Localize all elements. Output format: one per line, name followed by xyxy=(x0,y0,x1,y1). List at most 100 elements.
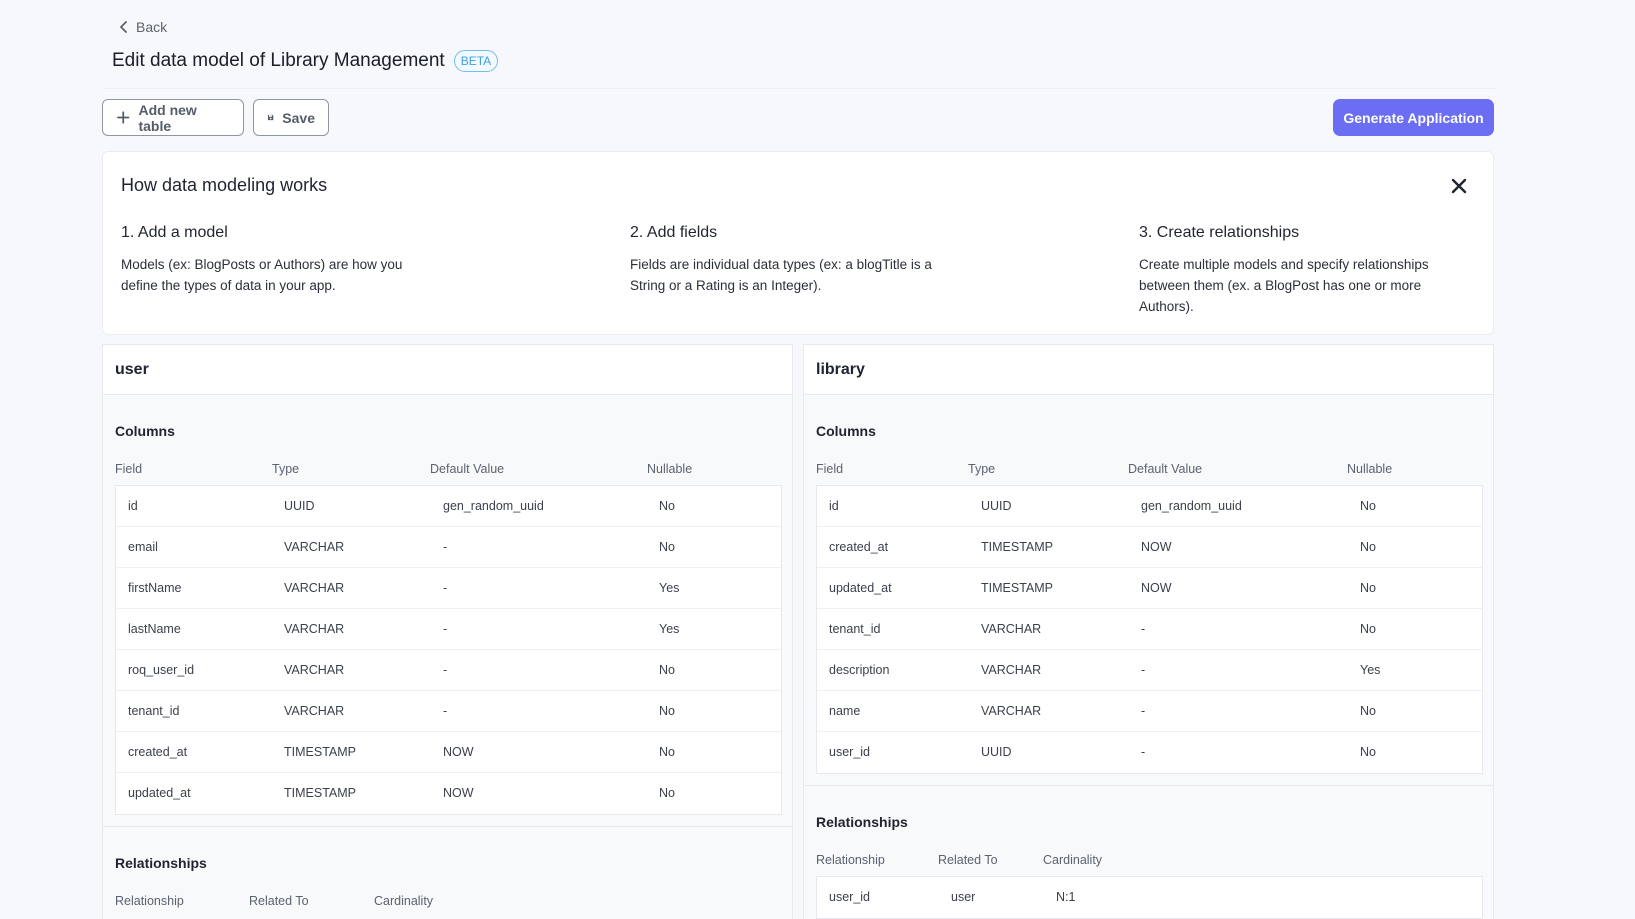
cell-nullable: No xyxy=(659,663,675,677)
cell-field: email xyxy=(128,540,158,554)
step-text: Fields are individual data types (ex: a … xyxy=(630,257,932,293)
cell-default: NOW xyxy=(1141,581,1172,595)
relationships-title: Relationships xyxy=(816,814,908,830)
cell-type: VARCHAR xyxy=(284,663,345,677)
cell-type: TIMESTAMP xyxy=(284,745,356,759)
cell-type: VARCHAR xyxy=(284,622,345,636)
cell-default: - xyxy=(443,704,448,718)
cell-field: firstName xyxy=(128,581,182,595)
header-related-to: Related To xyxy=(938,853,998,867)
floppy-disk-icon xyxy=(267,114,274,121)
table-row[interactable]: lastName VARCHAR - Yes xyxy=(116,609,781,650)
cell-default: - xyxy=(1141,704,1146,718)
cell-nullable: No xyxy=(1360,499,1376,513)
generate-application-button[interactable]: Generate Application xyxy=(1333,99,1494,136)
relationships-title: Relationships xyxy=(115,855,207,871)
header-default-value: Default Value xyxy=(430,462,505,476)
table-row[interactable]: user_id user N:1 xyxy=(817,877,1482,918)
cell-field: roq_user_id xyxy=(128,663,195,677)
page-title: Edit data model of Library Management xyxy=(112,50,445,71)
step-text: Models (ex: BlogPosts or Authors) are ho… xyxy=(121,257,403,293)
header-field: Field xyxy=(816,462,844,476)
section-divider xyxy=(103,826,792,827)
step-title: 1. Add a model xyxy=(121,224,228,241)
cell-default: NOW xyxy=(1141,540,1172,554)
table-name[interactable]: user xyxy=(103,345,792,395)
cell-type: UUID xyxy=(981,499,1012,513)
cell-type: TIMESTAMP xyxy=(981,581,1053,595)
table-row[interactable]: user_id UUID - No xyxy=(817,732,1482,773)
header-nullable: Nullable xyxy=(647,462,693,476)
beta-badge: BETA xyxy=(453,50,499,72)
cell-nullable: No xyxy=(1360,540,1376,554)
cell-default: - xyxy=(443,622,448,636)
cell-type: VARCHAR xyxy=(981,663,1042,677)
columns-title: Columns xyxy=(816,423,876,439)
cell-nullable: No xyxy=(659,786,675,800)
add-new-table-button[interactable]: Add new table xyxy=(102,99,244,136)
table-row[interactable]: id UUID gen_random_uuid No xyxy=(116,486,781,527)
cell-type: VARCHAR xyxy=(284,581,345,595)
cell-nullable: Yes xyxy=(659,581,680,595)
header-related-to: Related To xyxy=(249,894,309,908)
table-row[interactable]: description VARCHAR - Yes xyxy=(817,650,1482,691)
table-row[interactable]: roq_user_id VARCHAR - No xyxy=(116,650,781,691)
table-card-user: user Columns Field Type Default Value Nu… xyxy=(102,344,793,919)
table-row[interactable]: email VARCHAR - No xyxy=(116,527,781,568)
cell-field: tenant_id xyxy=(829,622,881,636)
cell-nullable: No xyxy=(659,745,675,759)
cell-field: id xyxy=(128,499,138,513)
cell-nullable: No xyxy=(1360,745,1376,759)
header-type: Type xyxy=(968,462,996,476)
table-name[interactable]: library xyxy=(804,345,1493,395)
cell-nullable: No xyxy=(659,704,675,718)
table-row[interactable]: updated_at TIMESTAMP NOW No xyxy=(817,568,1482,609)
how-data-modeling-works-panel: How data modeling works 1. Add a model M… xyxy=(102,151,1494,335)
header-relationship: Relationship xyxy=(115,894,184,908)
cell-field: updated_at xyxy=(128,786,191,800)
howto-title: How data modeling works xyxy=(121,175,328,195)
save-button[interactable]: Save xyxy=(253,99,329,136)
cell-type: VARCHAR xyxy=(981,704,1042,718)
back-label: Back xyxy=(136,19,168,35)
close-icon[interactable] xyxy=(1449,176,1469,196)
cell-field: tenant_id xyxy=(128,704,180,718)
cell-default: gen_random_uuid xyxy=(443,499,544,513)
columns-table: id UUID gen_random_uuid No created_at TI… xyxy=(816,485,1483,774)
section-divider xyxy=(804,785,1493,786)
cell-default: - xyxy=(443,581,448,595)
header-field: Field xyxy=(115,462,143,476)
cell-type: TIMESTAMP xyxy=(284,786,356,800)
cell-field: user_id xyxy=(829,745,870,759)
cell-field: id xyxy=(829,499,839,513)
table-row[interactable]: created_at TIMESTAMP NOW No xyxy=(817,527,1482,568)
columns-table: id UUID gen_random_uuid No email VARCHAR… xyxy=(115,485,782,815)
table-card-library: library Columns Field Type Default Value… xyxy=(803,344,1494,919)
cell-nullable: No xyxy=(1360,622,1376,636)
step-title: 3. Create relationships xyxy=(1139,224,1300,241)
add-new-table-label: Add new table xyxy=(138,101,197,134)
table-row[interactable]: tenant_id VARCHAR - No xyxy=(817,609,1482,650)
title-row: Edit data model of Library Management BE… xyxy=(112,50,499,72)
cell-nullable: No xyxy=(659,540,675,554)
header-nullable: Nullable xyxy=(1347,462,1393,476)
table-row[interactable]: updated_at TIMESTAMP NOW No xyxy=(116,773,781,814)
table-row[interactable]: name VARCHAR - No xyxy=(817,691,1482,732)
table-row[interactable]: tenant_id VARCHAR - No xyxy=(116,691,781,732)
cell-field: created_at xyxy=(128,745,188,759)
table-row[interactable]: firstName VARCHAR - Yes xyxy=(116,568,781,609)
cell-field: description xyxy=(829,663,890,677)
cell-type: TIMESTAMP xyxy=(981,540,1053,554)
howto-step-2: 2. Add fields Fields are individual data… xyxy=(630,224,970,296)
back-link[interactable]: Back xyxy=(118,19,167,35)
cell-default: - xyxy=(1141,663,1146,677)
chevron-left-icon xyxy=(120,21,127,33)
table-row[interactable]: created_at TIMESTAMP NOW No xyxy=(116,732,781,773)
cell-default: NOW xyxy=(443,745,474,759)
cell-type: VARCHAR xyxy=(981,622,1042,636)
cell-type: VARCHAR xyxy=(284,540,345,554)
columns-title: Columns xyxy=(115,423,175,439)
cell-nullable: Yes xyxy=(1360,663,1381,677)
cell-nullable: No xyxy=(659,499,675,513)
table-row[interactable]: id UUID gen_random_uuid No xyxy=(817,486,1482,527)
